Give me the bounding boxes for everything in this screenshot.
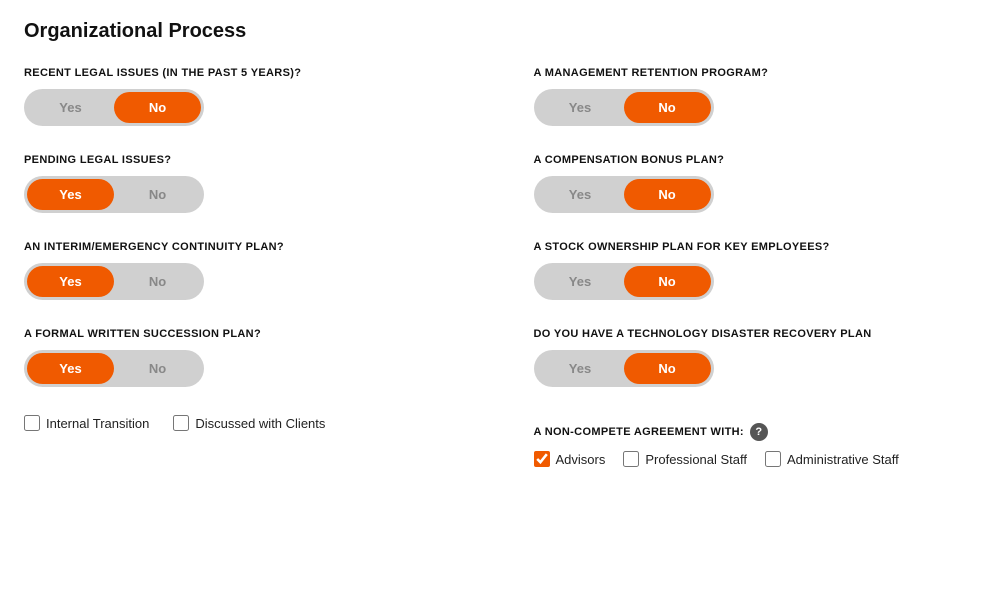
no-button-stock-ownership[interactable]: No	[624, 266, 711, 297]
question-label-tech-disaster: DO YOU HAVE A TECHNOLOGY DISASTER RECOVE…	[534, 328, 984, 340]
internal-transition-checkbox[interactable]	[24, 415, 40, 431]
non-compete-option-label-administrative-staff: Administrative Staff	[787, 452, 899, 467]
toggle-group-pending-legal: YesNo	[24, 176, 204, 213]
yes-button-interim-continuity[interactable]: Yes	[27, 266, 114, 297]
question-label-pending-legal: PENDING LEGAL ISSUES?	[24, 154, 474, 166]
succession-checkboxes: Internal Transition Discussed with Clien…	[24, 415, 474, 431]
yes-button-management-retention[interactable]: Yes	[537, 92, 624, 123]
question-block-compensation-bonus: A COMPENSATION BONUS PLAN? YesNo	[534, 154, 984, 213]
question-label-interim-continuity: AN INTERIM/EMERGENCY CONTINUITY PLAN?	[24, 241, 474, 253]
question-block-recent-legal: RECENT LEGAL ISSUES (IN THE PAST 5 YEARS…	[24, 67, 474, 126]
yes-button-tech-disaster[interactable]: Yes	[537, 353, 624, 384]
toggle-group-compensation-bonus: YesNo	[534, 176, 714, 213]
question-label-management-retention: A MANAGEMENT RETENTION PROGRAM?	[534, 67, 984, 79]
non-compete-item-professional-staff: Professional Staff	[623, 451, 747, 467]
internal-transition-item: Internal Transition	[24, 415, 149, 431]
question-label-recent-legal: RECENT LEGAL ISSUES (IN THE PAST 5 YEARS…	[24, 67, 474, 79]
page-title: Organizational Process	[24, 20, 983, 43]
non-compete-checkboxes: Advisors Professional Staff Administrative…	[534, 451, 984, 467]
toggle-group-formal-succession: YesNo	[24, 350, 204, 387]
question-label-compensation-bonus: A COMPENSATION BONUS PLAN?	[534, 154, 984, 166]
yes-button-pending-legal[interactable]: Yes	[27, 179, 114, 210]
non-compete-checkbox-advisors[interactable]	[534, 451, 550, 467]
toggle-group-tech-disaster: YesNo	[534, 350, 714, 387]
question-block-pending-legal: PENDING LEGAL ISSUES? YesNo	[24, 154, 474, 213]
non-compete-item-administrative-staff: Administrative Staff	[765, 451, 899, 467]
non-compete-section: A NON-COMPETE AGREEMENT WITH: ? Advisors…	[534, 415, 984, 467]
toggle-group-stock-ownership: YesNo	[534, 263, 714, 300]
internal-transition-label: Internal Transition	[46, 416, 149, 431]
question-block-management-retention: A MANAGEMENT RETENTION PROGRAM? YesNo	[534, 67, 984, 126]
no-button-management-retention[interactable]: No	[624, 92, 711, 123]
yes-button-formal-succession[interactable]: Yes	[27, 353, 114, 384]
no-button-formal-succession[interactable]: No	[114, 353, 201, 384]
no-button-compensation-bonus[interactable]: No	[624, 179, 711, 210]
help-icon[interactable]: ?	[750, 423, 768, 441]
discussed-with-clients-checkbox[interactable]	[173, 415, 189, 431]
no-button-pending-legal[interactable]: No	[114, 179, 201, 210]
question-label-stock-ownership: A STOCK OWNERSHIP PLAN FOR KEY EMPLOYEES…	[534, 241, 984, 253]
question-block-interim-continuity: AN INTERIM/EMERGENCY CONTINUITY PLAN? Yes…	[24, 241, 474, 300]
toggle-group-management-retention: YesNo	[534, 89, 714, 126]
question-label-formal-succession: A FORMAL WRITTEN SUCCESSION PLAN?	[24, 328, 474, 340]
question-block-stock-ownership: A STOCK OWNERSHIP PLAN FOR KEY EMPLOYEES…	[534, 241, 984, 300]
non-compete-checkbox-professional-staff[interactable]	[623, 451, 639, 467]
toggle-group-interim-continuity: YesNo	[24, 263, 204, 300]
non-compete-checkbox-administrative-staff[interactable]	[765, 451, 781, 467]
discussed-with-clients-label: Discussed with Clients	[195, 416, 325, 431]
question-block-formal-succession: A FORMAL WRITTEN SUCCESSION PLAN? YesNo	[24, 328, 474, 387]
non-compete-option-label-professional-staff: Professional Staff	[645, 452, 747, 467]
no-button-recent-legal[interactable]: No	[114, 92, 201, 123]
no-button-interim-continuity[interactable]: No	[114, 266, 201, 297]
non-compete-label-text: A NON-COMPETE AGREEMENT WITH:	[534, 426, 744, 438]
yes-button-compensation-bonus[interactable]: Yes	[537, 179, 624, 210]
yes-button-stock-ownership[interactable]: Yes	[537, 266, 624, 297]
discussed-with-clients-item: Discussed with Clients	[173, 415, 325, 431]
toggle-group-recent-legal: YesNo	[24, 89, 204, 126]
question-block-tech-disaster: DO YOU HAVE A TECHNOLOGY DISASTER RECOVE…	[534, 328, 984, 387]
no-button-tech-disaster[interactable]: No	[624, 353, 711, 384]
yes-button-recent-legal[interactable]: Yes	[27, 92, 114, 123]
non-compete-item-advisors: Advisors	[534, 451, 606, 467]
non-compete-option-label-advisors: Advisors	[556, 452, 606, 467]
